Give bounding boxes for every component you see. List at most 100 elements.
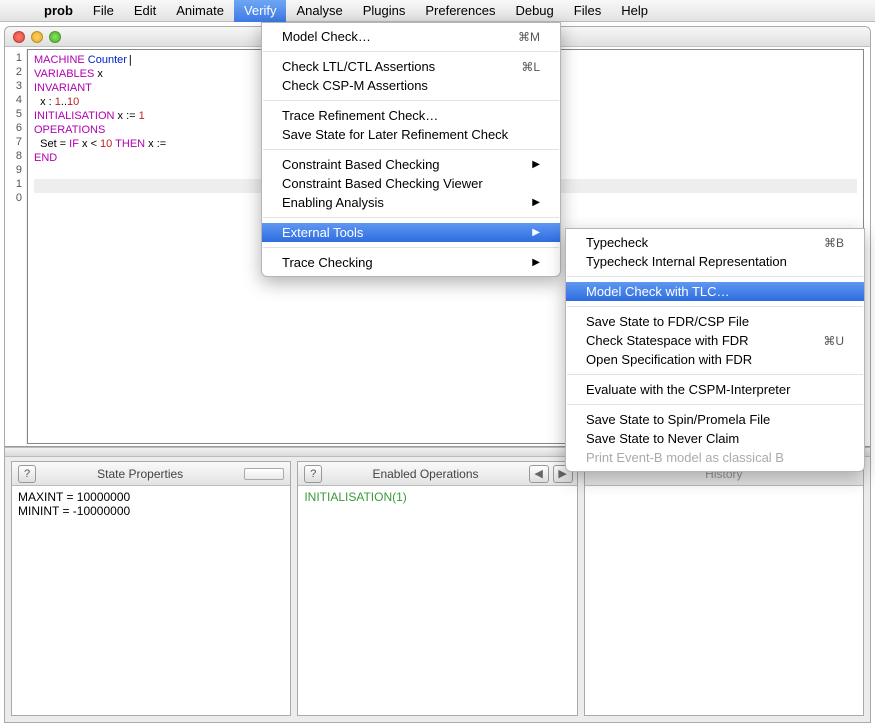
close-icon[interactable] bbox=[13, 31, 25, 43]
token: x := bbox=[145, 138, 166, 150]
menu-plugins[interactable]: Plugins bbox=[353, 0, 416, 22]
token: x < bbox=[79, 138, 100, 150]
panel-header: ? Enabled Operations ◀ ▶ bbox=[298, 462, 576, 486]
menu-files[interactable]: Files bbox=[564, 0, 611, 22]
nav-back-button[interactable]: ◀ bbox=[529, 465, 549, 483]
token: Set = bbox=[34, 138, 69, 150]
mi-check-fdr[interactable]: Check Statespace with FDR ⌘U bbox=[566, 331, 864, 350]
line-number: 1 bbox=[5, 51, 22, 65]
menu-animate[interactable]: Animate bbox=[166, 0, 234, 22]
token: VARIABLES bbox=[34, 68, 94, 80]
token: INITIALISATION bbox=[34, 110, 114, 122]
state-properties-panel: ? State Properties MAXINT = 10000000 MIN… bbox=[11, 461, 291, 716]
help-icon[interactable]: ? bbox=[18, 465, 36, 483]
minimize-icon[interactable] bbox=[31, 31, 43, 43]
menu-debug[interactable]: Debug bbox=[505, 0, 563, 22]
panels-row: ? State Properties MAXINT = 10000000 MIN… bbox=[5, 457, 870, 722]
mi-external-tools[interactable]: External Tools▶ bbox=[262, 223, 560, 242]
menu-item-label: Print Event-B model as classical B bbox=[586, 450, 784, 465]
line-number: 5 bbox=[5, 107, 22, 121]
menu-item-label: Check Statespace with FDR bbox=[586, 333, 749, 348]
help-icon[interactable]: ? bbox=[304, 465, 322, 483]
mi-save-fdr[interactable]: Save State to FDR/CSP File bbox=[566, 312, 864, 331]
menu-separator bbox=[567, 374, 863, 375]
menu-verify[interactable]: Verify bbox=[234, 0, 287, 22]
token: 10 bbox=[67, 96, 79, 108]
token: THEN bbox=[112, 138, 145, 150]
zoom-icon[interactable] bbox=[49, 31, 61, 43]
menu-shortcut: ⌘B bbox=[824, 236, 844, 250]
line-number: 8 bbox=[5, 149, 22, 163]
submenu-arrow-icon: ▶ bbox=[532, 159, 540, 170]
panel-body bbox=[585, 486, 863, 715]
menu-item-label: Constraint Based Checking Viewer bbox=[282, 176, 483, 191]
mi-typecheck[interactable]: Typecheck ⌘B bbox=[566, 233, 864, 252]
menu-item-label: Save State to FDR/CSP File bbox=[586, 314, 749, 329]
token: MACHINE bbox=[34, 54, 85, 66]
mi-cspm-interpreter[interactable]: Evaluate with the CSPM-Interpreter bbox=[566, 380, 864, 399]
panel-header: ? State Properties bbox=[12, 462, 290, 486]
menu-separator bbox=[263, 217, 559, 218]
mi-typecheck-internal[interactable]: Typecheck Internal Representation bbox=[566, 252, 864, 271]
menu-item-label: Save State to Spin/Promela File bbox=[586, 412, 770, 427]
token: OPERATIONS bbox=[34, 124, 105, 136]
external-tools-submenu: Typecheck ⌘B Typecheck Internal Represent… bbox=[565, 228, 865, 472]
line-number: 4 bbox=[5, 93, 22, 107]
panel-title: State Properties bbox=[36, 467, 244, 481]
menu-item-label: Typecheck Internal Representation bbox=[586, 254, 787, 269]
menu-item-label: Check LTL/CTL Assertions bbox=[282, 59, 435, 74]
mi-enabling-analysis[interactable]: Enabling Analysis ▶ bbox=[262, 193, 560, 212]
menu-item-label: Model Check with TLC… bbox=[586, 284, 730, 299]
mi-trace-refine[interactable]: Trace Refinement Check… bbox=[262, 106, 560, 125]
mi-check-cspm[interactable]: Check CSP-M Assertions bbox=[262, 76, 560, 95]
panel-control[interactable] bbox=[244, 468, 284, 480]
enabled-operations-panel: ? Enabled Operations ◀ ▶ INITIALISATION(… bbox=[297, 461, 577, 716]
token: x bbox=[94, 68, 103, 80]
menu-item-label: Open Specification with FDR bbox=[586, 352, 752, 367]
menu-help[interactable]: Help bbox=[611, 0, 658, 22]
menu-item-label: Evaluate with the CSPM-Interpreter bbox=[586, 382, 790, 397]
submenu-arrow-icon: ▶ bbox=[532, 197, 540, 208]
token: IF bbox=[69, 138, 79, 150]
menu-item-label: Enabling Analysis bbox=[282, 195, 384, 210]
verify-dropdown: Model Check…⌘M Check LTL/CTL Assertions ⌘… bbox=[261, 22, 561, 277]
mi-constraint-viewer[interactable]: Constraint Based Checking Viewer bbox=[262, 174, 560, 193]
menu-shortcut: ⌘L bbox=[521, 60, 540, 74]
menu-separator bbox=[567, 276, 863, 277]
mi-trace-checking[interactable]: Trace Checking ▶ bbox=[262, 253, 560, 272]
mi-save-spin[interactable]: Save State to Spin/Promela File bbox=[566, 410, 864, 429]
state-line: MAXINT = 10000000 bbox=[18, 490, 284, 504]
menu-separator bbox=[263, 100, 559, 101]
menu-file[interactable]: File bbox=[83, 0, 124, 22]
token: END bbox=[34, 152, 57, 164]
token: 1 bbox=[139, 110, 145, 122]
submenu-arrow-icon: ▶ bbox=[532, 227, 540, 238]
menu-preferences[interactable]: Preferences bbox=[415, 0, 505, 22]
menu-item-label: Trace Checking bbox=[282, 255, 373, 270]
token: 10 bbox=[100, 138, 112, 150]
mi-constraint-check[interactable]: Constraint Based Checking▶ bbox=[262, 155, 560, 174]
menu-item-label: Save State to Never Claim bbox=[586, 431, 739, 446]
app-name[interactable]: prob bbox=[34, 3, 83, 18]
mi-open-fdr[interactable]: Open Specification with FDR bbox=[566, 350, 864, 369]
menu-separator bbox=[263, 51, 559, 52]
menu-shortcut: ⌘U bbox=[823, 334, 844, 348]
line-number: 6 bbox=[5, 121, 22, 135]
token: Counter bbox=[85, 54, 127, 66]
mi-model-check[interactable]: Model Check…⌘M bbox=[262, 27, 560, 46]
mi-check-ltl[interactable]: Check LTL/CTL Assertions ⌘L bbox=[262, 57, 560, 76]
line-number: 7 bbox=[5, 135, 22, 149]
menu-separator bbox=[263, 149, 559, 150]
token: INVARIANT bbox=[34, 82, 92, 94]
menu-edit[interactable]: Edit bbox=[124, 0, 166, 22]
history-panel: History bbox=[584, 461, 864, 716]
menu-separator bbox=[567, 306, 863, 307]
line-gutter: 1 2 3 4 5 6 7 8 9 1 0 bbox=[5, 47, 27, 446]
submenu-arrow-icon: ▶ bbox=[532, 257, 540, 268]
menu-item-label: Typecheck bbox=[586, 235, 648, 250]
mi-model-check-tlc[interactable]: Model Check with TLC… bbox=[566, 282, 864, 301]
operation-item[interactable]: INITIALISATION(1) bbox=[304, 490, 570, 504]
mi-save-never[interactable]: Save State to Never Claim bbox=[566, 429, 864, 448]
mi-save-state-refine[interactable]: Save State for Later Refinement Check bbox=[262, 125, 560, 144]
menu-analyse[interactable]: Analyse bbox=[286, 0, 352, 22]
